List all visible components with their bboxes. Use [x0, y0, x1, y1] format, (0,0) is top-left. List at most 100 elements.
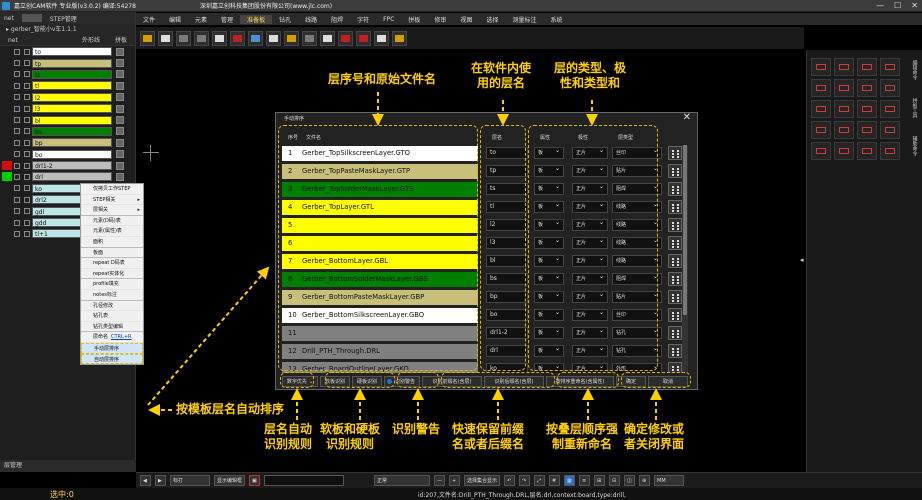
display-mode-select[interactable]: 正常	[374, 475, 431, 486]
layer-visible-checkbox[interactable]	[14, 139, 20, 146]
drag-handle-icon[interactable]	[668, 308, 682, 322]
layer-select-checkbox[interactable]	[24, 82, 30, 89]
layer-panel-toggle[interactable]	[116, 161, 124, 170]
layer-panel-toggle[interactable]	[116, 172, 124, 181]
layer-panel-toggle[interactable]	[116, 93, 124, 102]
layer-panel-toggle[interactable]	[116, 150, 124, 159]
menu-item[interactable]: 视图	[453, 15, 479, 24]
command-input[interactable]	[264, 475, 345, 486]
layer-select-checkbox[interactable]	[24, 60, 30, 67]
layer-select-checkbox[interactable]	[24, 94, 30, 101]
layer-panel-toggle[interactable]	[116, 138, 124, 147]
layer-row[interactable]: drl1-2	[0, 160, 135, 171]
toolbar-tool-icon[interactable]	[302, 30, 317, 46]
tab-edit-commands[interactable]: 编辑命令	[912, 60, 919, 80]
layer-visible-checkbox[interactable]	[14, 117, 20, 124]
layer-select-checkbox[interactable]	[24, 128, 30, 135]
menu-item[interactable]: 系统	[543, 15, 569, 24]
toolbar-tool-icon[interactable]	[230, 30, 245, 46]
next-button[interactable]: ▶	[155, 475, 166, 486]
layer-name[interactable]: ts	[32, 69, 112, 79]
job-name[interactable]: ▸ gerber_智能小v车1.1.1	[0, 24, 135, 36]
measure-icon[interactable]: ⊟	[609, 475, 621, 486]
layer-visible-checkbox[interactable]	[14, 208, 20, 215]
layer-visible-checkbox[interactable]	[14, 128, 20, 135]
context-menu-item[interactable]: notes标注	[81, 290, 143, 301]
layer-select-checkbox[interactable]	[24, 230, 30, 237]
layer-row[interactable]: bs	[0, 126, 135, 137]
menu-item[interactable]: FPC	[376, 16, 401, 23]
net-box[interactable]	[21, 14, 42, 22]
right-tool-icon[interactable]	[857, 100, 877, 118]
drag-handle-icon[interactable]	[668, 200, 682, 214]
toolbar-tool-icon[interactable]	[194, 30, 209, 46]
menu-item[interactable]: 修审	[427, 15, 453, 24]
menu-item[interactable]: 元素	[188, 15, 214, 24]
layer-panel-toggle[interactable]	[116, 104, 124, 113]
layer-visible-checkbox[interactable]	[14, 162, 20, 169]
layer-visible-checkbox[interactable]	[14, 196, 20, 203]
toolbar-tool-icon[interactable]	[158, 30, 173, 46]
minimize-icon[interactable]: —	[876, 1, 884, 10]
layer-select-checkbox[interactable]	[24, 151, 30, 158]
right-tool-icon[interactable]	[857, 58, 877, 76]
ruler-icon[interactable]: ⊞	[594, 475, 606, 486]
tab-panel-tools[interactable]: 拼板工具	[912, 98, 919, 118]
layer-panel-toggle[interactable]	[116, 70, 124, 79]
arrow-left-icon[interactable]: ↶	[504, 475, 516, 486]
mode-select[interactable]: 标打	[170, 475, 210, 486]
layer-visible-checkbox[interactable]	[14, 105, 20, 112]
menu-item[interactable]: 钻孔	[272, 15, 298, 24]
drag-handle-icon[interactable]	[668, 344, 682, 358]
layer-visible-checkbox[interactable]	[14, 71, 20, 78]
drag-handle-icon[interactable]	[668, 146, 682, 160]
layer-panel-toggle[interactable]	[116, 127, 124, 136]
maximize-icon[interactable]: ☐	[894, 1, 901, 10]
layer-row[interactable]: tl	[0, 80, 135, 91]
layer-row[interactable]: bo	[0, 149, 135, 160]
drag-handle-icon[interactable]	[668, 326, 682, 340]
drag-handle-icon[interactable]	[668, 182, 682, 196]
layer-name[interactable]: tp	[32, 58, 112, 68]
tab-net[interactable]: net	[0, 15, 18, 22]
layer-select-checkbox[interactable]	[24, 173, 30, 180]
toolbar-tool-icon[interactable]	[338, 30, 353, 46]
layer-name[interactable]: drl1-2	[32, 161, 112, 171]
layer-visible-checkbox[interactable]	[14, 151, 20, 158]
layer-name[interactable]: bp	[32, 138, 112, 148]
plus-icon[interactable]: +	[449, 475, 461, 486]
context-menu-item[interactable]: 自动层排序	[81, 353, 143, 365]
right-tool-icon[interactable]	[880, 79, 900, 97]
menu-item[interactable]: 拼板	[401, 15, 427, 24]
select-set-display-button[interactable]: 选择集合显示	[464, 475, 501, 486]
collapse-panel-icon[interactable]: ◂	[800, 256, 804, 264]
right-tool-icon[interactable]	[811, 100, 831, 118]
snap-icon[interactable]: ▦	[564, 475, 576, 486]
layer-visible-checkbox[interactable]	[14, 219, 20, 226]
menu-item[interactable]: 测量标注	[505, 15, 543, 24]
layer-row[interactable]: bp	[0, 137, 135, 148]
layer-visible-checkbox[interactable]	[14, 82, 20, 89]
context-menu-item[interactable]: 手动层排序	[81, 342, 143, 354]
layer-row[interactable]: l2	[0, 92, 135, 103]
right-tool-icon[interactable]	[811, 79, 831, 97]
right-tool-icon[interactable]	[811, 142, 831, 160]
tab-aux-commands[interactable]: 辅助命令	[912, 136, 919, 156]
layer-name[interactable]: bs	[32, 126, 112, 136]
context-menu-item[interactable]: 元素(D码)表	[81, 216, 143, 227]
fit-icon[interactable]: ⤢	[534, 475, 546, 486]
layer-visible-checkbox[interactable]	[14, 230, 20, 237]
layer-select-checkbox[interactable]	[24, 139, 30, 146]
layer-select-checkbox[interactable]	[24, 208, 30, 215]
layer-name[interactable]: bl	[32, 115, 112, 125]
toolbar-tool-icon[interactable]	[356, 30, 371, 46]
toolbar-tool-icon[interactable]	[176, 30, 191, 46]
layer-name[interactable]: bo	[32, 149, 112, 159]
menu-item[interactable]: 阻焊	[324, 15, 350, 24]
layer-visible-checkbox[interactable]	[14, 60, 20, 67]
menu-item[interactable]: 文件	[136, 15, 162, 24]
right-tool-icon[interactable]	[834, 142, 854, 160]
right-tool-icon[interactable]	[880, 121, 900, 139]
layer-visible-checkbox[interactable]	[14, 48, 20, 55]
arrow-right-icon[interactable]: ↷	[519, 475, 531, 486]
